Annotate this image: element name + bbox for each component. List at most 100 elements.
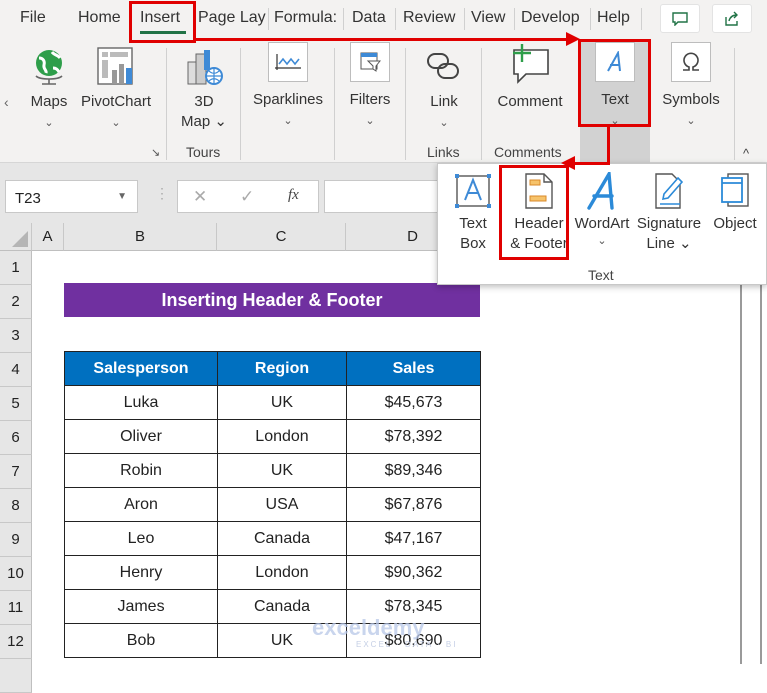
signature-line-button[interactable]: Signature Line ⌄ <box>634 172 704 254</box>
tab-review[interactable]: Review <box>403 9 455 27</box>
group-separator <box>166 48 167 160</box>
row-header[interactable] <box>0 659 32 693</box>
sparklines-button[interactable]: Sparklines ⌄ <box>252 42 324 128</box>
row-header[interactable]: 11 <box>0 591 32 625</box>
3d-map-button[interactable]: 3D Map ⌄ <box>178 46 230 132</box>
insert-function-icon[interactable]: fx <box>288 187 299 204</box>
cell-salesperson[interactable]: Oliver <box>64 419 218 454</box>
row-header[interactable]: 2 <box>0 285 32 319</box>
table-row: Luka UK $45,673 <box>64 385 481 420</box>
header-cell-region[interactable]: Region <box>217 351 347 386</box>
row-header[interactable]: 5 <box>0 387 32 421</box>
text-box-label-line1: Text <box>459 215 487 232</box>
object-icon <box>721 173 749 207</box>
tab-separator <box>395 8 396 30</box>
cell-sales[interactable]: $47,167 <box>346 521 481 556</box>
symbols-icon-box <box>671 42 711 82</box>
cell-sales[interactable]: $45,673 <box>346 385 481 420</box>
row-header[interactable]: 4 <box>0 353 32 387</box>
filter-icon <box>360 52 381 72</box>
cell-salesperson[interactable]: Aron <box>64 487 218 522</box>
cell-sales[interactable]: $89,346 <box>346 453 481 488</box>
cell-region[interactable]: UK <box>217 453 347 488</box>
column-header-a[interactable]: A <box>32 223 64 251</box>
cell-region[interactable]: London <box>217 419 347 454</box>
tab-home[interactable]: Home <box>78 9 121 27</box>
group-label-links: Links <box>427 144 460 160</box>
cancel-icon[interactable]: ✕ <box>193 187 207 207</box>
annotation-box-insert-tab <box>129 1 196 43</box>
globe-icon <box>35 50 63 85</box>
comment-button[interactable]: Comment <box>492 44 568 112</box>
comments-button[interactable] <box>660 4 700 33</box>
enter-icon[interactable]: ✓ <box>240 187 254 207</box>
header-cell-sales[interactable]: Sales <box>346 351 481 386</box>
share-icon <box>725 11 738 26</box>
cell-salesperson[interactable]: Robin <box>64 453 218 488</box>
tab-separator <box>464 8 465 30</box>
row-header[interactable]: 12 <box>0 625 32 659</box>
tab-file[interactable]: File <box>20 9 46 27</box>
tab-help[interactable]: Help <box>597 9 630 27</box>
chevron-down-icon: ⌄ <box>597 235 607 247</box>
cell-sales[interactable]: $90,362 <box>346 555 481 590</box>
chevron-down-icon: ⌄ <box>111 117 121 129</box>
text-box-button[interactable]: Text Box <box>450 172 496 254</box>
cell-region[interactable]: Canada <box>217 521 347 556</box>
filters-button[interactable]: Filters ⌄ <box>346 42 394 128</box>
row-header[interactable]: 10 <box>0 557 32 591</box>
dropdown-group-label-text: Text <box>588 267 614 283</box>
sales-table: Salesperson Region Sales Luka UK $45,673… <box>64 351 481 658</box>
cell-sales[interactable]: $78,392 <box>346 419 481 454</box>
cell-sales[interactable]: $67,876 <box>346 487 481 522</box>
select-all-corner[interactable] <box>0 223 32 251</box>
tab-data[interactable]: Data <box>352 9 386 27</box>
object-button[interactable]: Object <box>708 172 762 234</box>
dropdown-triangle-icon[interactable]: ▼ <box>117 191 127 202</box>
cell-region[interactable]: UK <box>217 385 347 420</box>
row-header[interactable]: 6 <box>0 421 32 455</box>
cell-region[interactable]: USA <box>217 487 347 522</box>
ribbon-scroll-left-button[interactable]: ‹ <box>4 94 9 110</box>
maps-button[interactable]: Maps ⌄ <box>26 46 72 130</box>
formula-input[interactable] <box>324 180 444 213</box>
row-header[interactable]: 3 <box>0 319 32 353</box>
vertical-scrollbar[interactable] <box>740 285 762 664</box>
tab-formulas[interactable]: Formula: <box>274 9 337 27</box>
cell-salesperson[interactable]: Henry <box>64 555 218 590</box>
sheet-title-cell[interactable]: Inserting Header & Footer <box>64 283 480 317</box>
name-box[interactable]: T23 ▼ <box>5 180 138 213</box>
tab-page-layout[interactable]: Page Lay <box>198 9 266 27</box>
row-header[interactable]: 7 <box>0 455 32 489</box>
wordart-button[interactable]: WordArt ⌄ <box>572 172 632 248</box>
tab-developer[interactable]: Develop <box>521 9 580 27</box>
chevron-down-icon: ⌄ <box>439 117 449 129</box>
chevron-down-icon: ⌄ <box>686 115 696 127</box>
link-button[interactable]: Link ⌄ <box>420 48 468 130</box>
header-cell-salesperson[interactable]: Salesperson <box>64 351 218 386</box>
pivotchart-label: PivotChart <box>80 93 152 110</box>
share-button[interactable] <box>712 4 752 33</box>
tab-view[interactable]: View <box>471 9 505 27</box>
column-header-b[interactable]: B <box>64 223 217 251</box>
column-header-c[interactable]: C <box>217 223 346 251</box>
pivotchart-button[interactable]: PivotChart ⌄ <box>78 46 154 130</box>
object-label: Object <box>713 215 757 232</box>
cell-salesperson[interactable]: Luka <box>64 385 218 420</box>
symbols-button[interactable]: Symbols ⌄ <box>658 42 724 128</box>
chevron-down-icon: ⌄ <box>44 117 54 129</box>
dialog-launcher-icon[interactable]: ↘ <box>151 146 160 159</box>
cell-region[interactable]: London <box>217 555 347 590</box>
row-header[interactable]: 1 <box>0 251 32 285</box>
collapse-ribbon-button[interactable]: ^ <box>743 146 749 161</box>
symbols-label: Symbols <box>662 91 720 108</box>
comment-icon <box>672 11 688 26</box>
row-header[interactable]: 8 <box>0 489 32 523</box>
cell-salesperson[interactable]: James <box>64 589 218 624</box>
comment-label: Comment <box>497 93 563 110</box>
cell-salesperson[interactable]: Bob <box>64 623 218 658</box>
row-header[interactable]: 9 <box>0 523 32 557</box>
formula-bar-grip-icon[interactable]: ⋮ <box>155 185 169 202</box>
group-separator <box>734 48 735 160</box>
cell-salesperson[interactable]: Leo <box>64 521 218 556</box>
